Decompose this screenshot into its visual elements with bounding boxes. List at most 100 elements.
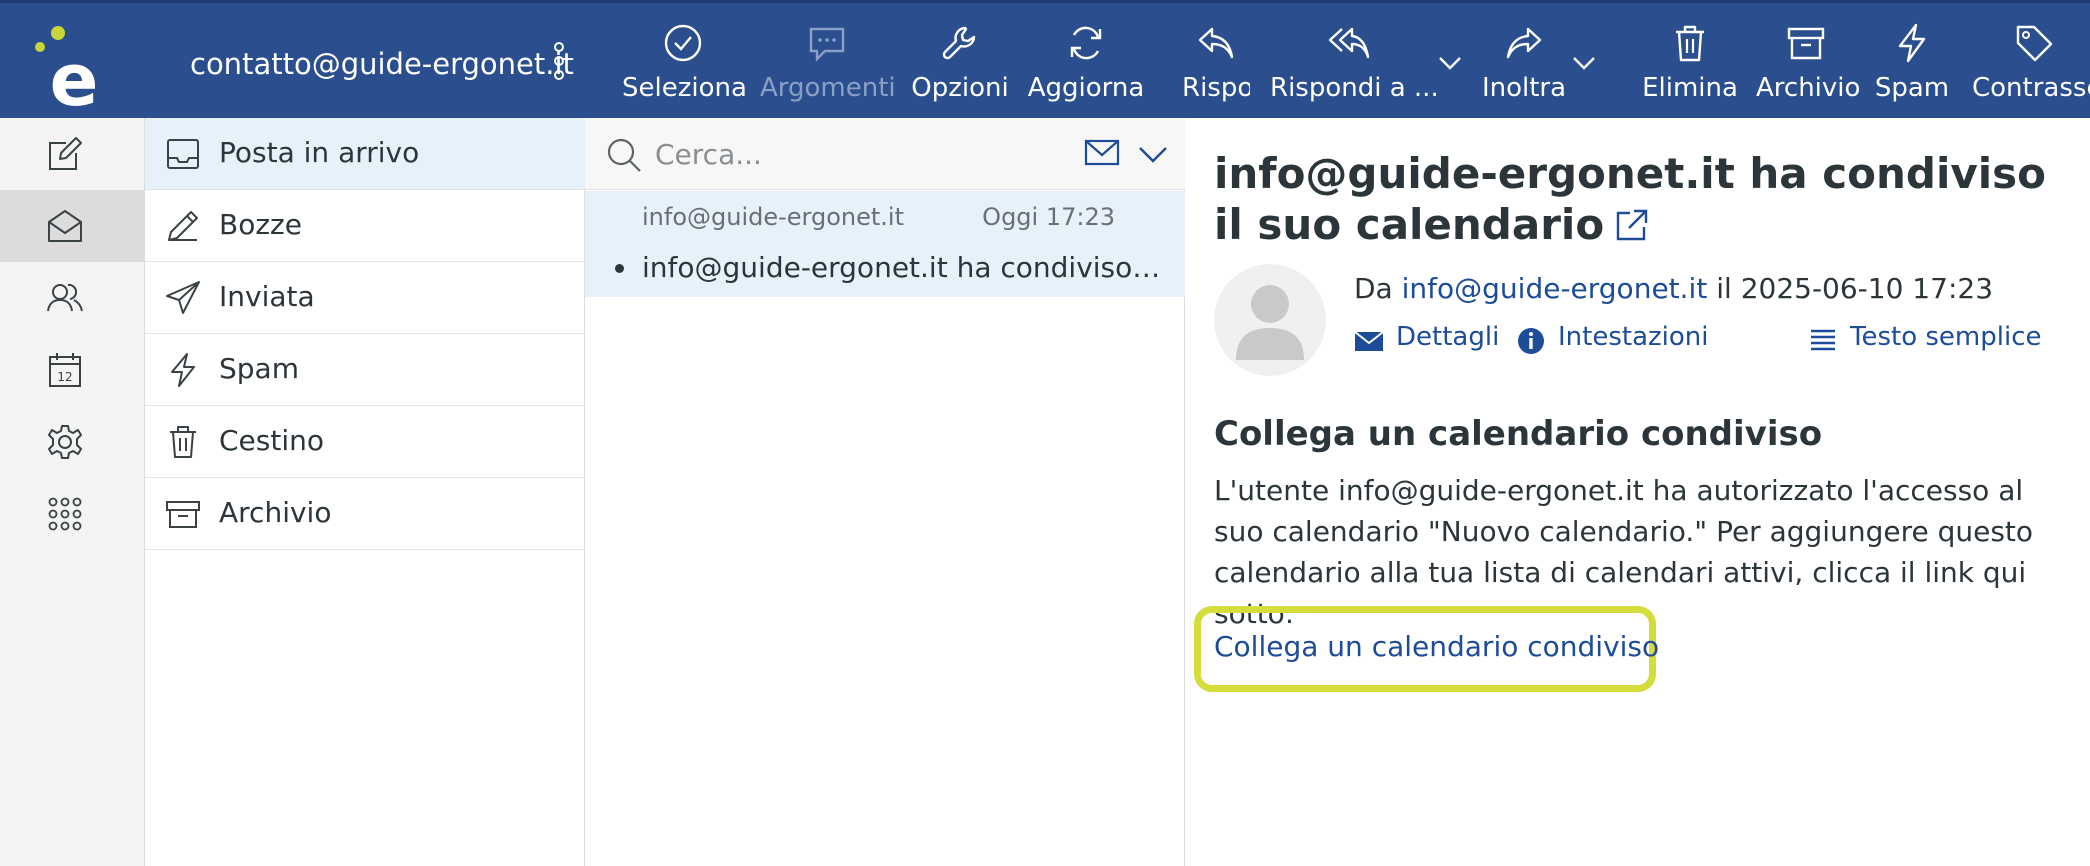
nav-contacts[interactable] (0, 262, 145, 334)
forward-dropdown-icon[interactable] (1570, 49, 1598, 77)
calendar-icon: 12 (49, 353, 81, 387)
info-icon (1518, 328, 1544, 354)
message-from: info@guide-ergonet.it (642, 203, 905, 231)
nav-compose[interactable] (0, 118, 145, 190)
nav-settings[interactable] (0, 406, 145, 478)
forward-icon (1506, 27, 1542, 59)
message-subject: info@guide-ergonet.it ha condiviso il su… (642, 251, 1162, 284)
account-email[interactable]: contatto@guide-ergonet.it (190, 47, 574, 81)
envelope-icon (1354, 331, 1384, 351)
reply-icon (1198, 27, 1234, 59)
plain-text-label: Testo semplice (1850, 322, 2042, 352)
folder-list: Posta in arrivo Bozze Inviata Spam Cesti… (145, 118, 585, 866)
person-icon (1236, 285, 1304, 360)
svg-text:e: e (50, 38, 99, 113)
sender-link[interactable]: info@guide-ergonet.it (1402, 272, 1708, 305)
threads-label: Argomenti (760, 73, 896, 103)
lightning-icon (171, 353, 195, 387)
reply-all-label: Rispondi a ... (1270, 73, 1439, 103)
archive-button[interactable]: Archivio (1756, 3, 1861, 121)
headers-label: Intestazioni (1558, 322, 1709, 352)
folder-label: Cestino (219, 424, 324, 457)
message-title: info@guide-ergonet.it ha condiviso il su… (1214, 148, 2074, 250)
unread-dot (615, 264, 624, 273)
select-button[interactable]: Seleziona (622, 3, 747, 121)
search-bar (585, 118, 1185, 190)
message-datetime: 2025-06-10 17:23 (1740, 272, 1994, 305)
folder-inbox[interactable]: Posta in arrivo (145, 118, 585, 190)
options-button[interactable]: Opzioni (910, 3, 1010, 121)
wrench-icon (942, 26, 976, 60)
pencil-icon (168, 211, 198, 241)
flag-button[interactable]: Contrassegna (1966, 3, 2090, 121)
nav-calendar[interactable]: 12 (0, 334, 145, 406)
trash-icon (1676, 25, 1704, 62)
inbox-icon (167, 139, 199, 169)
forward-button[interactable]: Inoltra (1470, 3, 1578, 121)
chevron-down-icon[interactable] (1137, 138, 1169, 170)
archive-icon (166, 501, 200, 528)
account-menu-icon[interactable] (552, 41, 566, 81)
tag-icon (2016, 25, 2053, 62)
reply-all-button[interactable]: Rispondi a ... (1270, 3, 1439, 121)
archive-icon (1787, 27, 1825, 60)
svg-text:12: 12 (57, 370, 72, 384)
folder-archive[interactable]: Archivio (145, 478, 585, 550)
reply-button[interactable]: Rispondi (1182, 3, 1250, 121)
settings-icon (48, 425, 82, 459)
folder-sent[interactable]: Inviata (145, 262, 585, 334)
select-label: Seleziona (622, 73, 747, 103)
nav-apps[interactable] (0, 478, 145, 550)
spam-label: Spam (1874, 73, 1950, 103)
chat-icon (809, 27, 845, 62)
message-list: info@guide-ergonet.it Oggi 17:23 info@gu… (585, 118, 1185, 866)
nav-mail[interactable] (0, 190, 145, 262)
folder-label: Inviata (219, 280, 315, 313)
threads-button[interactable]: Argomenti (760, 3, 896, 121)
from-prefix: Da (1354, 272, 1393, 305)
mail-icon (48, 210, 82, 242)
main-nav: 12 (0, 118, 145, 866)
folder-spam[interactable]: Spam (145, 334, 585, 406)
delete-button[interactable]: Elimina (1640, 3, 1740, 121)
check-circle-icon (664, 24, 702, 62)
archive-label: Archivio (1756, 73, 1861, 103)
apps-grid-icon (48, 497, 82, 531)
compose-icon (49, 137, 82, 170)
reply-all-dropdown-icon[interactable] (1436, 49, 1464, 77)
message-date: Oggi 17:23 (982, 203, 1115, 231)
folder-trash[interactable]: Cestino (145, 406, 585, 478)
folder-label: Posta in arrivo (219, 136, 420, 169)
envelope-filter-icon[interactable] (1083, 134, 1121, 172)
details-label: Dettagli (1396, 322, 1500, 352)
body-heading: Collega un calendario condiviso (1214, 414, 1823, 454)
contacts-icon (47, 283, 83, 312)
forward-label: Inoltra (1481, 73, 1567, 103)
folder-label: Bozze (219, 208, 302, 241)
sender-line: Da info@guide-ergonet.it il 2025-06-10 1… (1354, 272, 1993, 305)
search-icon[interactable] (605, 136, 643, 174)
external-link-icon[interactable] (1614, 207, 1650, 243)
reply-label: Rispondi (1182, 73, 1250, 103)
date-prefix: il (1716, 272, 1732, 305)
message-row[interactable]: info@guide-ergonet.it Oggi 17:23 info@gu… (585, 191, 1185, 297)
reply-all-icon (1328, 27, 1370, 59)
message-preview: info@guide-ergonet.it ha condiviso il su… (1186, 118, 2090, 866)
refresh-button[interactable]: Aggiorna (1026, 3, 1146, 121)
trash-icon (170, 426, 196, 458)
flag-label: Contrassegna (1972, 73, 2090, 103)
text-lines-icon (1811, 329, 1835, 351)
folder-label: Spam (219, 352, 299, 385)
link-shared-calendar[interactable]: Collega un calendario condiviso (1214, 630, 1659, 663)
spam-button[interactable]: Spam (1870, 3, 1954, 121)
app-logo[interactable]: e (30, 23, 110, 113)
folder-drafts[interactable]: Bozze (145, 190, 585, 262)
folder-label: Archivio (219, 496, 332, 529)
send-icon (166, 281, 200, 314)
options-label: Opzioni (911, 73, 1009, 103)
search-input[interactable] (655, 132, 1035, 176)
delete-label: Elimina (1642, 73, 1738, 103)
refresh-icon (1070, 26, 1102, 60)
sender-avatar (1214, 264, 1326, 376)
refresh-label: Aggiorna (1027, 73, 1145, 103)
